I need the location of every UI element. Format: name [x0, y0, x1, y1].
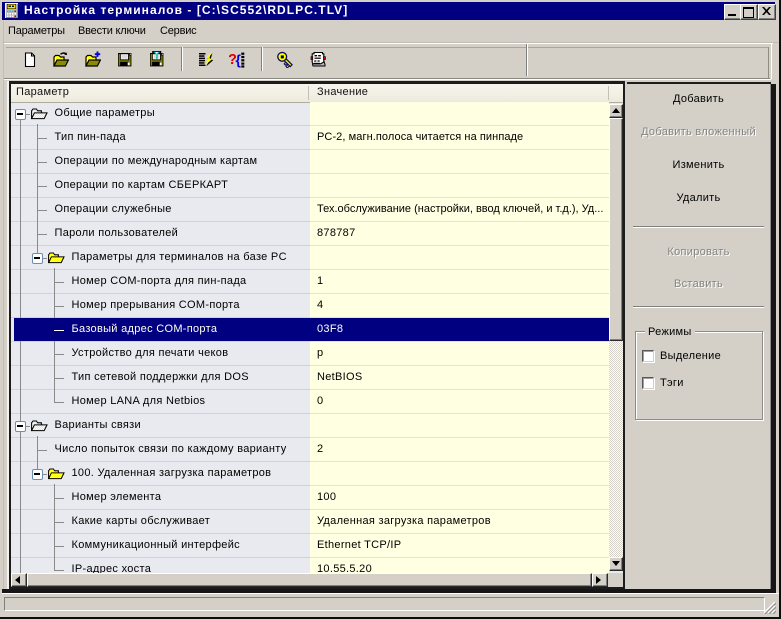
svg-text:{: {: [236, 52, 242, 68]
